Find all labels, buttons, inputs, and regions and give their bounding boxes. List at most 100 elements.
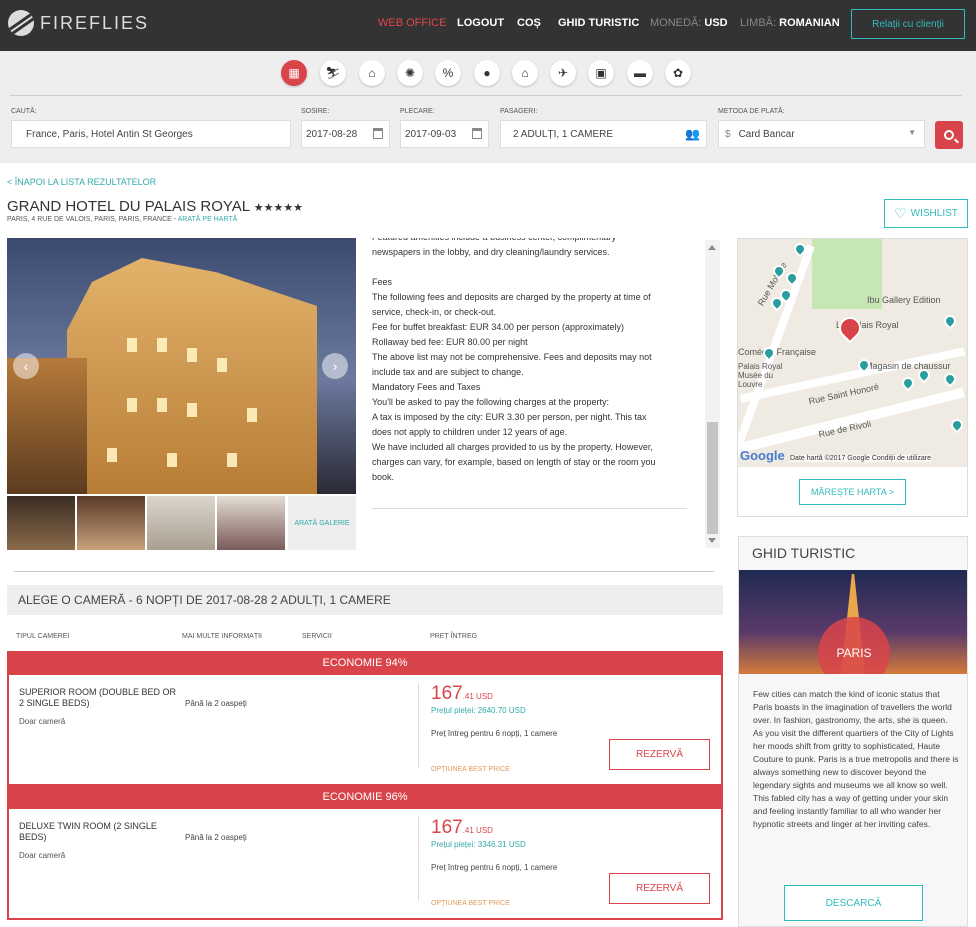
price-decimal: .41 USD (462, 692, 493, 701)
description-scrollbar[interactable] (705, 240, 720, 548)
scroll-up-icon[interactable] (708, 245, 716, 250)
guide-text: Few cities can match the kind of iconic … (753, 689, 959, 829)
scroll-thumb[interactable] (707, 422, 718, 534)
search-button[interactable] (935, 121, 963, 149)
gallery-next-button[interactable]: › (322, 353, 348, 379)
price-integer: 167 (431, 817, 463, 838)
language-label: LIMBĂ: (740, 17, 777, 29)
room-name: SUPERIOR ROOM (DOUBLE BED OR 2 SINGLE BE… (19, 687, 177, 708)
photo-gallery[interactable]: ‹ › (7, 238, 356, 494)
show-on-map-link[interactable]: ARATĂ PE HARTĂ (178, 216, 238, 223)
economy-badge: ECONOMIE 96% (7, 785, 723, 809)
currency-value: USD (704, 17, 728, 29)
currency-selector[interactable]: MONEDĂ: USD (650, 17, 728, 29)
hotel-icon[interactable]: ▦ (281, 60, 307, 86)
description-line: newspapers in the lobby, and dry cleanin… (372, 247, 610, 257)
flower-icon[interactable]: ✿ (665, 60, 691, 86)
column-header-full-price: PREȚ ÎNTREG (430, 633, 478, 640)
show-gallery-button[interactable]: ARATĂ GALERIE (288, 496, 356, 550)
departure-date-input[interactable]: 2017-09-03 (400, 120, 489, 148)
ski-icon[interactable]: ⛷ (320, 60, 346, 86)
map-marker-icon[interactable] (899, 374, 917, 392)
window-light (127, 398, 137, 412)
home-icon[interactable]: ⌂ (359, 60, 385, 86)
wishlist-button[interactable]: ♡ WISHLIST (884, 199, 968, 228)
language-value: ROMANIAN (779, 17, 840, 29)
percent-icon[interactable]: % (435, 60, 461, 86)
bus-icon[interactable]: ▣ (588, 60, 614, 86)
window-light (107, 448, 117, 462)
nav-web-office[interactable]: WEB OFFICE (378, 17, 446, 29)
nav-cart[interactable]: COȘ (517, 17, 541, 29)
hotel-title: GRAND HOTEL DU PALAIS ROYAL ★★★★★ (7, 198, 303, 215)
people-icon: 👥 (685, 127, 700, 141)
book-button[interactable]: REZERVĂ (609, 873, 710, 904)
dollar-icon: $ (725, 128, 731, 140)
description-line: A tax is imposed by the city: EUR 3.30 p… (372, 412, 647, 422)
ball-icon[interactable]: ● (474, 60, 500, 86)
description-line: The following fees and deposits are char… (372, 292, 651, 302)
passengers-input[interactable]: 2 ADULȚI, 1 CAMERE 👥 (500, 120, 707, 148)
address-text: PARIS, 4 RUE DE VALOIS, PARIS, PARIS, FR… (7, 216, 178, 223)
map-marker-icon[interactable] (948, 416, 966, 434)
guide-image[interactable]: PARIS (739, 570, 967, 674)
sun-icon[interactable]: ✺ (397, 60, 423, 86)
description-line: Fee for buffet breakfast: EUR 34.00 per … (372, 322, 624, 332)
window-light (217, 358, 227, 372)
museum-icon[interactable]: ⌂ (512, 60, 538, 86)
back-to-results-link[interactable]: < ÎNAPOI LA LISTA REZULTATELOR (7, 177, 156, 187)
arrival-label: SOSIRE: (301, 108, 330, 115)
gallery-thumbnail[interactable] (217, 496, 285, 550)
map-marker-icon[interactable] (941, 312, 959, 330)
gallery-thumbnail[interactable] (77, 496, 145, 550)
map-label: Ibu Gallery Edition (867, 295, 941, 305)
room-name: DELUXE TWIN ROOM (2 SINGLE BEDS) (19, 821, 157, 842)
map-label: Comédie Française (738, 347, 817, 357)
book-button[interactable]: REZERVĂ (609, 739, 710, 770)
room-price: 167.41 USD (431, 817, 493, 839)
language-selector[interactable]: LIMBĂ: ROMANIAN (740, 17, 840, 29)
scroll-down-icon[interactable] (708, 538, 716, 543)
description-line: Featured amenities include a business ce… (372, 238, 690, 245)
description-line: service, check-in, or check-out. (372, 307, 497, 317)
enlarge-map-button[interactable]: MĂREȘTE HARTA > (799, 479, 906, 505)
nav-logout[interactable]: LOGOUT (457, 17, 504, 29)
column-header-more-info: MAI MULTE INFORMAȚII (182, 633, 262, 640)
gallery-prev-button[interactable]: ‹ (13, 353, 39, 379)
plane-icon[interactable]: ✈ (550, 60, 576, 86)
window-light (187, 348, 197, 362)
description-line: Fees (372, 277, 393, 287)
price-decimal: .41 USD (462, 826, 493, 835)
map[interactable]: Ibu Gallery Edition Le Palais Royal Maga… (738, 239, 967, 467)
room-price: 167.41 USD (431, 683, 493, 705)
arrival-date-input[interactable]: 2017-08-28 (301, 120, 390, 148)
hotel-stars: ★★★★★ (253, 202, 304, 214)
car-icon[interactable]: ▬ (627, 60, 653, 86)
guide-title: GHID TURISTIC (752, 545, 856, 561)
window-light (157, 398, 167, 412)
description-line: charges can vary, for example, based on … (372, 457, 656, 467)
hotel-name: GRAND HOTEL DU PALAIS ROYAL (7, 198, 250, 215)
room-guests: Până la 2 oaspeți (185, 699, 247, 708)
nav-travel-guide[interactable]: GHID TURISTIC (558, 17, 639, 29)
market-price: Prețul pieței: 3346.31 USD (431, 840, 526, 849)
payment-method-select[interactable]: $ Card Bancar ▼ (718, 120, 925, 148)
calendar-icon (472, 128, 482, 139)
guide-city-badge[interactable]: PARIS (818, 617, 890, 674)
logo[interactable]: FIREFLIES (8, 10, 149, 36)
download-button[interactable]: DESCARCĂ (784, 885, 923, 921)
window-light (157, 338, 167, 352)
gallery-thumbnail[interactable] (147, 496, 215, 550)
window-light (127, 338, 137, 352)
logo-text: FIREFLIES (40, 12, 150, 33)
wishlist-label: WISHLIST (910, 208, 958, 219)
gallery-thumbnail[interactable] (7, 496, 75, 550)
customer-relations-button[interactable]: Relații cu clienții (851, 9, 965, 39)
map-footer[interactable]: Date hartă ©2017 Google Condiții de util… (790, 455, 931, 462)
map-marker-icon[interactable] (941, 370, 959, 388)
hotel-marker-icon[interactable] (834, 312, 866, 344)
destination-input[interactable]: France, Paris, Hotel Antin St Georges (11, 120, 291, 148)
description-line: book. (372, 472, 395, 482)
column-header-room-type: TIPUL CAMEREI (16, 633, 70, 640)
best-price-label: OPȚIUNEA BEST PRICE (431, 766, 510, 773)
